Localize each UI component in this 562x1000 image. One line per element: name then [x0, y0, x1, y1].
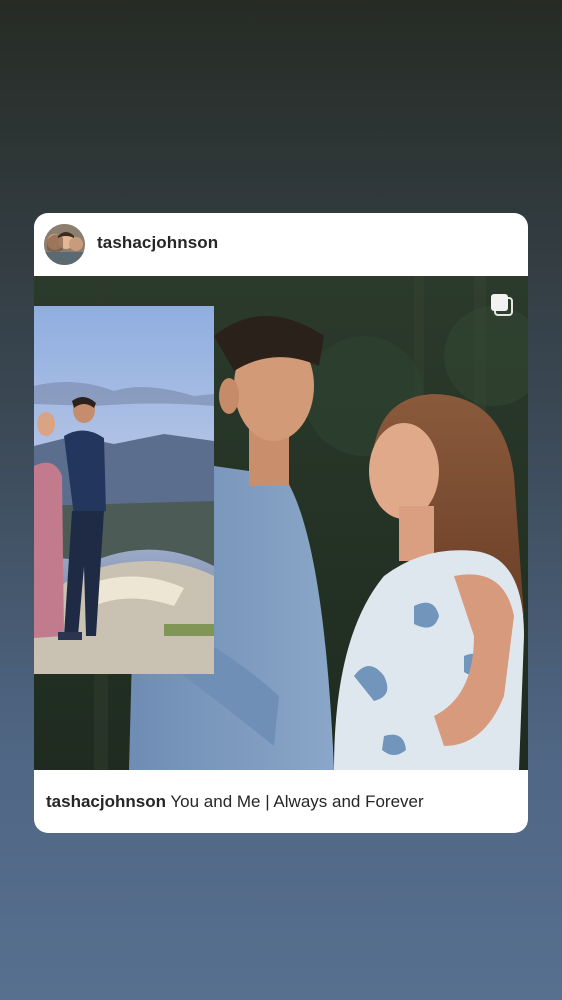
post-photo[interactable] — [34, 276, 528, 770]
shared-post-card[interactable]: tashacjohnson tashacjohnson You and Me |… — [34, 213, 528, 833]
caption-username[interactable]: tashacjohnson — [46, 792, 166, 811]
post-caption: tashacjohnson You and Me | Always and Fo… — [46, 792, 424, 812]
carousel-icon — [491, 294, 513, 316]
inset-photo[interactable] — [34, 306, 214, 674]
post-header: tashacjohnson — [34, 213, 528, 276]
post-username[interactable]: tashacjohnson — [97, 233, 218, 253]
caption-text: You and Me | Always and Forever — [170, 792, 424, 811]
profile-avatar[interactable] — [44, 224, 85, 265]
